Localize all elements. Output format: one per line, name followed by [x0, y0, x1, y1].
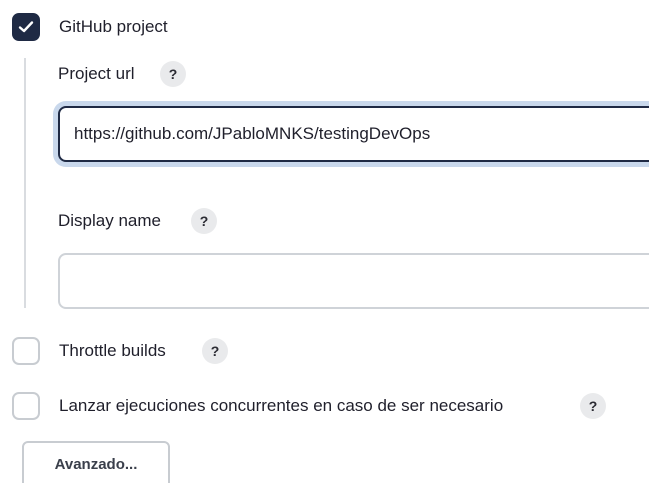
- nested-section-bar: [24, 58, 26, 308]
- concurrent-builds-label: Lanzar ejecuciones concurrentes en caso …: [59, 396, 504, 415]
- display-name-help-icon[interactable]: ?: [191, 208, 217, 234]
- concurrent-builds-help-icon[interactable]: ?: [580, 393, 606, 419]
- check-icon: [18, 21, 34, 33]
- throttle-builds-checkbox[interactable]: [12, 337, 40, 365]
- display-name-label: Display name: [58, 211, 161, 230]
- github-project-label: GitHub project: [59, 17, 168, 36]
- advanced-button[interactable]: Avanzado...: [22, 441, 170, 483]
- project-url-input[interactable]: [58, 106, 649, 162]
- display-name-input[interactable]: [58, 253, 649, 309]
- project-url-label: Project url: [58, 64, 135, 83]
- job-config-panel: GitHub project Project url ? Display nam…: [0, 0, 649, 483]
- concurrent-builds-checkbox[interactable]: [12, 392, 40, 420]
- throttle-builds-help-icon[interactable]: ?: [202, 338, 228, 364]
- github-project-checkbox[interactable]: [12, 13, 40, 41]
- project-url-help-icon[interactable]: ?: [160, 61, 186, 87]
- throttle-builds-label: Throttle builds: [59, 341, 166, 360]
